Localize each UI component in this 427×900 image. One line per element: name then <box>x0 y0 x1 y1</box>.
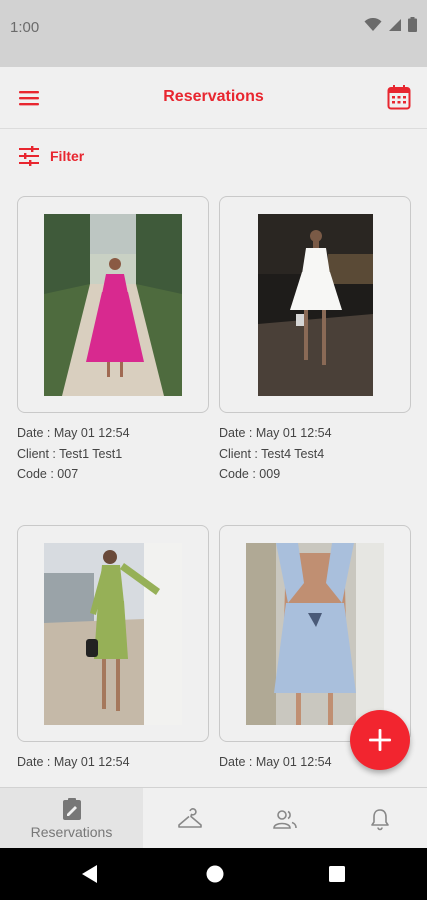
reservation-code: Code : 007 <box>17 467 79 481</box>
nav-item-reservations[interactable]: Reservations <box>0 788 143 849</box>
dress-photo <box>246 543 384 725</box>
reservation-code: Code : 009 <box>219 467 281 481</box>
system-navigation-bar <box>0 848 427 900</box>
reservation-date: Date : May 01 12:54 <box>17 755 130 769</box>
filter-label: Filter <box>50 148 85 164</box>
card-frame <box>219 196 411 413</box>
battery-icon <box>408 17 417 32</box>
recents-icon[interactable] <box>327 863 347 885</box>
dress-shape <box>94 601 128 659</box>
reservation-date: Date : May 01 12:54 <box>219 426 332 440</box>
clipboard-edit-icon <box>62 798 81 820</box>
card-meta: Date : May 01 12:54 <box>17 752 209 773</box>
reservation-date: Date : May 01 12:54 <box>17 426 130 440</box>
reservation-card[interactable]: Date : May 01 12:54 Client : Test4 Test4… <box>219 196 411 485</box>
page-title: Reservations <box>163 88 264 105</box>
wifi-icon <box>364 17 382 31</box>
nav-item-dresses[interactable] <box>143 788 237 849</box>
dress-photo <box>258 214 373 396</box>
status-time: 1:00 <box>10 19 40 36</box>
calendar-button[interactable] <box>387 84 413 112</box>
bottom-navigation: Reservations <box>0 787 427 849</box>
card-meta: Date : May 01 12:54 Client : Test1 Test1… <box>17 423 209 485</box>
reservation-card[interactable]: Date : May 01 12:54 <box>17 525 209 773</box>
hanger-icon <box>178 807 202 828</box>
home-icon[interactable] <box>205 863 225 885</box>
status-icons <box>364 17 417 32</box>
reservation-card[interactable]: Date : May 01 12:54 Client : Test1 Test1… <box>17 196 209 485</box>
dress-photo <box>44 214 182 396</box>
plus-icon <box>369 729 391 751</box>
nav-item-clients[interactable] <box>237 788 333 849</box>
app-screen: 1:00 Reservations Filter Date: May 01 1… <box>0 0 427 900</box>
bell-icon <box>371 808 389 830</box>
add-reservation-button[interactable] <box>350 710 410 770</box>
card-frame <box>17 525 209 742</box>
status-bar: 1:00 <box>0 0 427 67</box>
reservation-client: Client : Test4 Test4 <box>219 446 325 461</box>
users-icon <box>273 809 297 829</box>
nav-item-notifications[interactable] <box>333 788 427 849</box>
card-meta: Date : May 01 12:54 Client : Test4 Test4… <box>219 423 411 485</box>
signal-icon <box>389 18 401 31</box>
card-frame <box>17 196 209 413</box>
dress-photo <box>44 543 182 725</box>
sliders-icon <box>19 146 39 166</box>
reservation-client: Client : Test1 Test1 <box>17 446 123 461</box>
app-bar: Reservations <box>0 67 427 129</box>
nav-label: Reservations <box>30 824 113 840</box>
calendar-icon <box>387 85 411 110</box>
filter-button[interactable]: Filter <box>18 146 84 166</box>
back-icon[interactable] <box>80 863 100 885</box>
